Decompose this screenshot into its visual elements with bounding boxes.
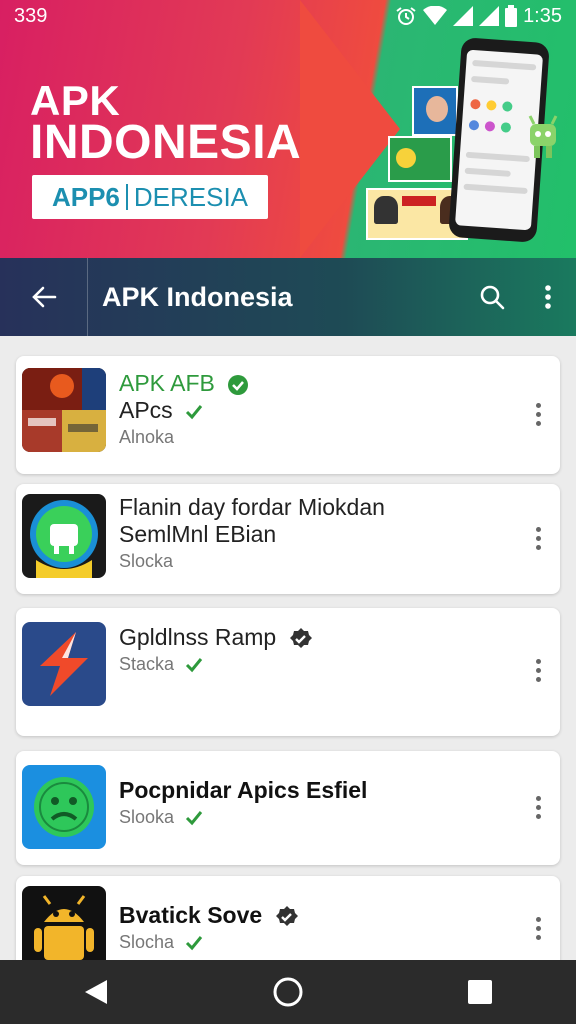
list-item[interactable]: Pocpnidar Apics Esfiel Slooka (16, 751, 560, 865)
app-developer-row: Stacka (119, 651, 510, 677)
list-item[interactable]: APK AFB APcs Alnoka (16, 356, 560, 474)
app-info: APK AFB APcs Alnoka (119, 370, 510, 450)
overflow-menu-button[interactable] (520, 258, 576, 336)
verified-badge-icon (228, 374, 249, 395)
item-menu-button[interactable] (526, 787, 550, 827)
wifi-icon (423, 6, 448, 25)
banner-title: APK INDONESIA (30, 80, 302, 169)
verified-badge-icon (289, 627, 312, 648)
battery-icon (505, 5, 518, 27)
item-menu-button[interactable] (526, 394, 550, 434)
app-info: Flanin day fordar Miokdan SemlMnl EBian … (119, 494, 510, 574)
android-app-icon (22, 494, 106, 578)
back-button[interactable] (0, 258, 88, 336)
app-info: Bvatick Sove Slocha (119, 902, 510, 955)
bolt-app-icon (22, 622, 106, 706)
promo-banner[interactable]: APK INDONESIA APP6 DERESIA (0, 0, 576, 258)
android-face-app-icon (22, 765, 106, 849)
page-title: APK Indonesia (102, 281, 293, 312)
item-menu-button[interactable] (526, 908, 550, 948)
signal-icon (453, 6, 474, 26)
arrow-left-icon (31, 286, 56, 308)
check-icon (186, 811, 203, 826)
recents-square-icon (468, 980, 492, 1004)
app-subtitle-text: APcs (119, 397, 173, 423)
app-title: Bvatick Sove (119, 902, 510, 929)
item-menu-button[interactable] (526, 518, 550, 558)
search-icon (480, 285, 505, 310)
back-triangle-icon (85, 980, 107, 1004)
nav-back-button[interactable] (66, 962, 126, 1022)
android-robot-icon (528, 115, 558, 158)
check-icon (186, 936, 203, 951)
app-subtitle: SemlMnl EBian (119, 521, 277, 547)
search-button[interactable] (464, 258, 520, 336)
app-info: Pocpnidar Apics Esfiel Slooka (119, 777, 510, 830)
banner-title-line2: INDONESIA (30, 116, 302, 169)
app-developer: Stacka (119, 654, 175, 674)
status-left-text: 339 (14, 4, 48, 27)
check-icon (185, 658, 203, 673)
app-info: Gpldlnss Ramp Stacka (119, 624, 510, 677)
nav-recents-button[interactable] (450, 962, 510, 1022)
banner-photo-card (412, 86, 458, 136)
banner-divider (125, 184, 128, 210)
app-developer-row: Slocha (119, 929, 510, 955)
app-bar: APK Indonesia (0, 258, 576, 336)
list-item[interactable]: Flanin day fordar Miokdan SemlMnl EBian … (16, 484, 560, 594)
status-icons: 1:35 (395, 5, 562, 28)
banner-sub-part1: APP6 (51, 181, 120, 212)
app-developer-row: Slooka (119, 804, 510, 830)
status-bar: 339 1:35 (0, 0, 576, 32)
android-robot-app-icon (22, 886, 106, 970)
nav-home-button[interactable] (258, 962, 318, 1022)
banner-sub-part2: DERESIA (133, 181, 249, 212)
app-name: Flanin day fordar Miokdan (119, 494, 385, 520)
verified-badge-icon (275, 905, 298, 926)
app-name: Bvatick Sove (119, 902, 263, 928)
more-vert-icon (545, 285, 551, 309)
screen: APK INDONESIA APP6 DERESIA 339 1:35 APK … (0, 0, 576, 1024)
list-item[interactable]: Gpldlnss Ramp Stacka (16, 608, 560, 736)
app-developer: Slocha (119, 932, 175, 952)
banner-subtitle: APP6 DERESIA (32, 175, 268, 219)
banner-promo-card (388, 136, 452, 182)
app-name: Gpldlnss Ramp (119, 624, 277, 650)
check-icon (186, 404, 203, 420)
home-circle-icon (273, 977, 303, 1007)
app-subtitle: APcs (119, 397, 510, 424)
alarm-icon (396, 7, 416, 25)
app-list: APK AFB APcs Alnoka Flanin day fordar Mi… (0, 336, 576, 976)
item-menu-button[interactable] (526, 650, 550, 690)
signal-icon (479, 6, 500, 26)
app-title: APK AFB (119, 370, 510, 397)
app-name: Pocpnidar Apics Esfiel (119, 777, 368, 803)
status-time: 1:35 (523, 4, 562, 27)
app-developer: Alnoka (119, 427, 175, 447)
system-nav-bar (0, 960, 576, 1024)
app-developer: Slooka (119, 807, 175, 827)
collage-app-icon (22, 368, 106, 452)
app-name: APK AFB (119, 370, 215, 396)
app-developer: Slocka (119, 551, 174, 571)
app-title: Gpldlnss Ramp (119, 624, 510, 651)
